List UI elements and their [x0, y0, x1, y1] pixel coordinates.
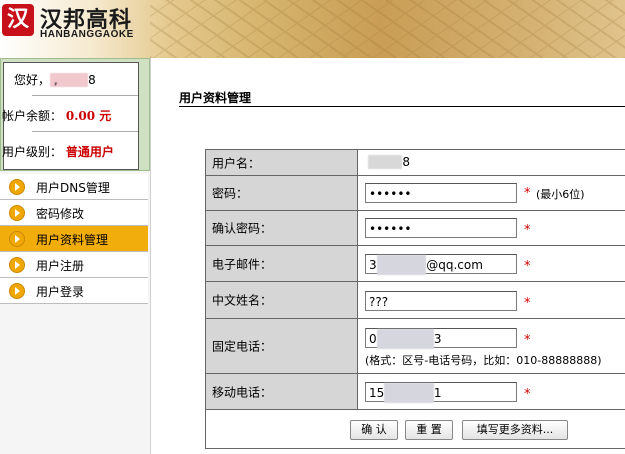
required-mark: * [524, 223, 531, 238]
profile-form: 用户名： 8 密码： •••••• * (最小6位) 确认密码： •••••• … [205, 149, 625, 449]
menu-item-profile[interactable]: 用户资料管理 [0, 226, 148, 252]
mobile-row: 移动电话： 15 1 * [206, 374, 625, 410]
chinese-name-row: 中文姓名： ??? * [206, 282, 625, 319]
arrow-circle-icon [9, 283, 25, 299]
balance: 帐户余额： 0.00 元 [2, 107, 136, 124]
arrow-circle-icon [9, 231, 25, 247]
username-masked: , [50, 73, 89, 87]
menu-label: 密码修改 [36, 207, 85, 221]
menu-label: 用户登录 [36, 285, 85, 299]
arrow-circle-icon [9, 205, 25, 221]
greeting-label: 您好， [14, 73, 51, 87]
email-label: 电子邮件： [212, 257, 273, 271]
menu-item-login[interactable]: 用户登录 [0, 278, 148, 304]
username-value: 8 [368, 155, 410, 169]
email-row: 电子邮件： 3 @qq.com * [206, 246, 625, 282]
username-label: 用户名： [212, 156, 261, 170]
level-value: 普通用户 [65, 145, 114, 159]
confirm-button[interactable]: 确 认 [350, 420, 398, 440]
email-input[interactable]: 3 @qq.com [365, 254, 517, 275]
account-card: 您好， , 8 帐户余额： 0.00 元 用户级别： 普通用户 [2, 62, 139, 170]
phone-label: 固定电话： [212, 339, 273, 354]
reset-button[interactable]: 重 置 [405, 420, 453, 440]
menu-label: 用户DNS管理 [36, 181, 110, 195]
username-tail: 8 [88, 73, 96, 87]
arrow-circle-icon [9, 179, 25, 195]
header-pattern [150, 0, 625, 58]
confirm-password-label: 确认密码： [212, 221, 273, 236]
password-input[interactable]: •••••• [365, 183, 517, 203]
required-mark: * [524, 296, 531, 311]
sidebar: 您好， , 8 帐户余额： 0.00 元 用户级别： 普通用户 用户DNS管理 … [0, 58, 150, 454]
divider [32, 131, 138, 132]
required-mark: * [524, 387, 531, 402]
required-mark: * [524, 333, 531, 348]
menu-label: 用户资料管理 [36, 233, 109, 247]
confirm-password-row: 确认密码： •••••• * [206, 211, 625, 246]
chinese-name-label: 中文姓名： [212, 293, 273, 308]
divider [179, 106, 625, 107]
password-row: 密码： •••••• * (最小6位) [206, 176, 625, 211]
confirm-password-input[interactable]: •••••• [365, 218, 517, 238]
required-mark: * [524, 259, 531, 274]
site-header: 汉 汉邦高科 HANBANGGAOKE [0, 0, 625, 58]
required-mark: * [524, 186, 531, 201]
balance-label: 帐户余额： [2, 109, 63, 123]
phone-format-hint: (格式：区号-电话号码，比如：010-88888888) [365, 354, 602, 367]
brand-name-en: HANBANGGAOKE [40, 29, 134, 40]
menu-item-register[interactable]: 用户注册 [0, 252, 148, 278]
menu-item-password[interactable]: 密码修改 [0, 200, 148, 226]
logo-icon: 汉 [2, 4, 34, 36]
username-row: 用户名： 8 [206, 150, 625, 176]
menu-item-dns[interactable]: 用户DNS管理 [0, 174, 148, 200]
page-title: 用户资料管理 [179, 91, 252, 105]
greeting: 您好， , 8 [14, 71, 148, 88]
arrow-circle-icon [9, 257, 25, 273]
account-panel: 您好， , 8 帐户余额： 0.00 元 用户级别： 普通用户 [0, 58, 150, 171]
phone-row: 固定电话： 0 3 * (格式：区号-电话号码，比如：010-88888888) [206, 319, 625, 374]
divider [150, 58, 151, 454]
password-hint: (最小6位) [536, 188, 585, 201]
phone-input[interactable]: 0 3 [365, 328, 517, 349]
divider [32, 95, 138, 96]
level: 用户级别： 普通用户 [2, 143, 136, 160]
password-label: 密码： [212, 186, 249, 201]
more-info-button[interactable]: 填写更多资料... [462, 420, 568, 440]
mobile-label: 移动电话： [212, 385, 273, 399]
balance-value: 0.00 元 [65, 109, 112, 123]
chinese-name-input[interactable]: ??? [365, 291, 517, 311]
level-label: 用户级别： [2, 145, 63, 159]
menu-label: 用户注册 [36, 259, 85, 273]
mobile-input[interactable]: 15 1 [365, 382, 517, 403]
